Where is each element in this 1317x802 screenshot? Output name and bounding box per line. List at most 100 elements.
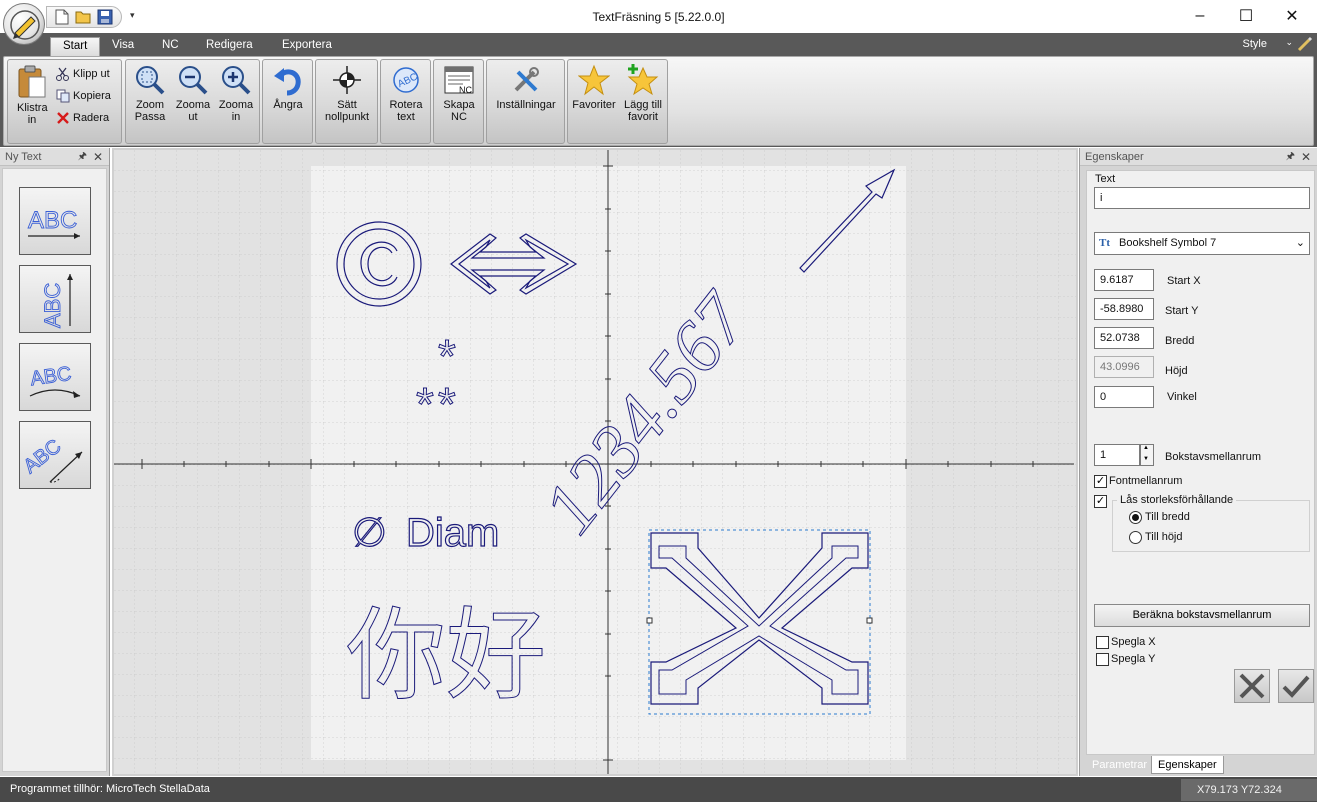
lock-ratio-checkbox[interactable]: ✓ [1094,495,1107,508]
minimize-button[interactable]: – [1177,0,1223,32]
star-icon [578,64,610,96]
pin-icon[interactable]: 🖈 [1286,148,1295,166]
paste-icon [18,65,46,98]
tab-egenskaper[interactable]: Egenskaper [1151,756,1224,774]
drawing-canvas[interactable]: * ** 1234.567 ∅ Diam 你好 [114,150,1076,774]
paste-label: Klistra in [17,102,48,126]
nc-program-icon: NC [444,66,474,95]
tab-redigera[interactable]: Redigera [194,37,265,56]
nc-group: NC Skapa NC [433,59,484,144]
height-label: Höjd [1165,365,1188,377]
copy-button[interactable]: Kopiera [56,86,111,106]
close-icon[interactable]: ✕ [1301,148,1311,166]
arc-text-tool-button[interactable]: ABC [19,343,91,411]
style-wand-icon[interactable] [1297,36,1313,55]
zoom-fit-button[interactable]: Zoom Passa [129,64,171,123]
angled-text-tool-button[interactable]: ABC [19,421,91,489]
angle-input[interactable]: 0 [1094,386,1154,408]
maximize-button[interactable]: ☐ [1223,0,1269,32]
settings-group: Inställningar [486,59,565,144]
zoom-fit-label: Zoom Passa [134,99,166,123]
status-bar: Programmet tillhör: MicroTech StellaData… [0,777,1317,802]
to-height-radio[interactable] [1129,531,1142,544]
font-name: Bookshelf Symbol 7 [1119,237,1217,249]
tab-start[interactable]: Start [50,37,101,56]
apply-button[interactable] [1278,669,1314,703]
rotate-text-button[interactable]: ABC Rotera text [384,64,428,123]
svg-text:ABC: ABC [40,283,65,328]
diam-text[interactable]: Diam [405,510,500,555]
font-spacing-checkbox[interactable]: ✓ [1094,475,1107,488]
asterisks-bottom-text[interactable]: ** [416,378,460,431]
close-button[interactable]: ✕ [1269,0,1315,32]
mirror-y-checkbox[interactable] [1096,653,1109,666]
zoom-out-icon [179,66,208,95]
text-input[interactable]: i [1094,187,1310,209]
height-input: 43.0996 [1094,356,1154,378]
favorites-group: Favoriter Lägg till favorit [567,59,668,144]
zoom-out-button[interactable]: Zooma ut [172,64,214,123]
set-origin-button[interactable]: Sätt nollpunkt [319,64,375,123]
spin-down-icon[interactable]: ▼ [1143,456,1149,462]
svg-text:ABC: ABC [28,207,77,234]
add-favorite-button[interactable]: Lägg till favorit [620,64,666,123]
horizontal-text-tool-button[interactable]: ABC [19,187,91,255]
to-width-radio[interactable] [1129,511,1142,524]
text-label: Text [1095,173,1116,185]
rotate-text-label: Rotera text [389,99,423,123]
close-icon[interactable]: ✕ [93,148,103,166]
tab-exportera[interactable]: Exportera [270,37,344,56]
style-menu[interactable]: Style [1243,38,1267,50]
zoom-group: Zoom Passa Zooma ut Zooma in [125,59,260,144]
properties-panel: Egenskaper 🖈 ✕ Text i Tt Bookshelf Symbo… [1079,148,1317,776]
chinese-text[interactable]: 你好 [346,597,547,715]
copy-icon [56,89,70,103]
create-nc-button[interactable]: NC Skapa NC [437,64,481,123]
tab-parametrar[interactable]: Parametrar [1086,756,1153,774]
tools-icon [514,67,539,92]
vertical-text-tool-button[interactable]: ABC [19,265,91,333]
spin-up-icon[interactable]: ▲ [1143,445,1149,451]
undo-arrow-icon [274,68,301,96]
width-input[interactable]: 52.0738 [1094,327,1154,349]
rotate-text-icon: ABC [393,67,419,93]
diameter-symbol[interactable]: ∅ [351,510,387,555]
application-menu-button[interactable] [3,3,45,45]
letter-spacing-spinner[interactable]: ▲ ▼ [1140,444,1154,466]
ribbon-tab-bar: Start Visa NC Redigera Exportera Style ⌄ [0,33,1317,56]
start-y-input[interactable]: -58.8980 [1094,298,1154,320]
asterisk-top-text[interactable]: * [438,330,457,383]
zoom-out-label: Zooma ut [175,99,211,123]
svg-text:ABC: ABC [29,363,73,391]
cut-button[interactable]: Klipp ut [56,64,110,84]
undo-label: Ångra [273,99,303,111]
tab-visa[interactable]: Visa [100,37,146,56]
letter-spacing-input[interactable]: 1 [1094,444,1140,466]
calculate-spacing-button[interactable]: Beräkna bokstavsmellanrum [1094,604,1310,627]
panel-title: Egenskaper [1085,151,1144,163]
ribbon: Klistra in Klipp ut Kopiera Radera Zoom … [0,56,1317,147]
resize-handle-right[interactable] [866,617,873,624]
settings-button[interactable]: Inställningar [490,64,562,111]
drawing-area[interactable]: * ** 1234.567 ∅ Diam 你好 [112,148,1078,776]
panel-title: Ny Text [5,151,42,163]
start-x-input[interactable]: 9.6187 [1094,269,1154,291]
zoom-in-button[interactable]: Zooma in [215,64,257,123]
zoom-in-label: Zooma in [218,99,254,123]
create-nc-label: Skapa NC [443,99,475,123]
svg-text:NC: NC [459,85,472,95]
pin-icon[interactable]: 🖈 [78,148,87,166]
delete-button[interactable]: Radera [56,108,109,128]
favorites-button[interactable]: Favoriter [571,64,617,111]
font-select[interactable]: Tt Bookshelf Symbol 7 ⌄ [1094,232,1310,255]
checkmark-icon [1282,675,1310,698]
letter-spacing-label: Bokstavsmellanrum [1165,451,1261,463]
chevron-down-icon[interactable]: ⌄ [1285,37,1293,48]
resize-handle-left[interactable] [646,617,653,624]
tab-nc[interactable]: NC [150,37,191,56]
undo-button[interactable]: Ångra [266,64,310,111]
mirror-x-checkbox[interactable] [1096,636,1109,649]
paste-button[interactable]: Klistra in [12,64,52,126]
cancel-button[interactable] [1234,669,1270,703]
delete-x-icon [57,112,69,124]
